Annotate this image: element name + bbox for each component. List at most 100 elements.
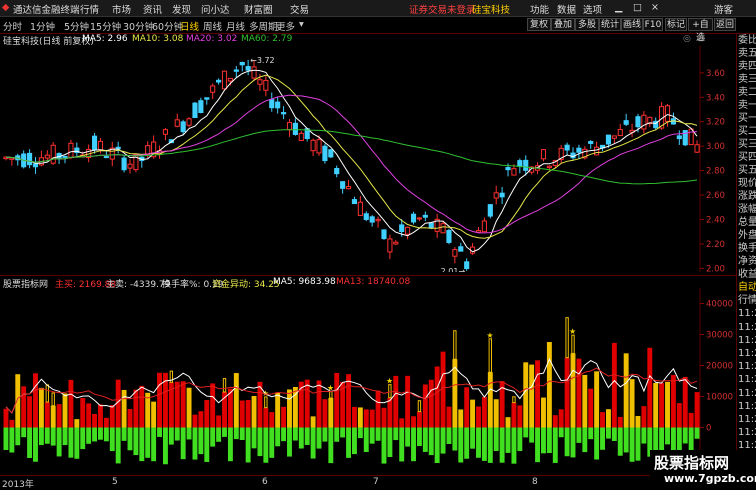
tab-5min[interactable]: 5分钟 xyxy=(64,19,89,33)
menu-shuju[interactable]: 数据 xyxy=(557,2,576,16)
candle-body xyxy=(464,261,470,270)
menu-jiaoyi[interactable]: 交易 xyxy=(290,2,309,16)
candle-body xyxy=(221,70,228,90)
star-icon: ★ xyxy=(486,331,493,340)
candle-body xyxy=(275,101,281,109)
candle-body xyxy=(440,223,446,234)
maximize-icon[interactable]: □ xyxy=(633,2,642,13)
sidebar-item: 11:2 xyxy=(738,414,756,425)
minimize-icon[interactable]: ▁ xyxy=(615,2,622,13)
sell-bar xyxy=(44,427,50,444)
tab-60min[interactable]: 60分钟 xyxy=(152,19,183,33)
diejia-button[interactable]: 叠加 xyxy=(551,18,575,31)
chart-close-icon[interactable]: ⊠ xyxy=(697,34,705,44)
sell-bar xyxy=(576,427,582,443)
sell-bar xyxy=(115,427,121,464)
menu-wenxiaoda[interactable]: 问小达 xyxy=(201,2,230,16)
high-marker: ←3.72 xyxy=(250,56,275,65)
tab-30min[interactable]: 30分钟 xyxy=(123,19,154,33)
sell-bar xyxy=(245,427,251,463)
sell-bar xyxy=(50,427,56,446)
ma20-line xyxy=(5,94,698,234)
tab-1min[interactable]: 1分钟 xyxy=(30,19,55,33)
x-label-year: 2013年 xyxy=(2,480,34,490)
candle-body xyxy=(381,229,387,240)
sell-bar xyxy=(605,427,611,439)
app-logo-icon: ◆ xyxy=(2,2,10,13)
buy-bar xyxy=(617,417,623,428)
candle-body xyxy=(517,160,523,167)
x-label-5: 5 xyxy=(112,477,118,487)
buy-bar xyxy=(316,380,322,428)
sell-bar xyxy=(641,427,647,444)
duogu-button[interactable]: 多股 xyxy=(575,18,599,31)
buy-bar xyxy=(405,375,411,428)
candlestick-chart[interactable]: 3.60 3.40 3.20 3.00 2.80 2.60 2.40 2.20 2.00 ←3.7… xyxy=(0,46,736,272)
sell-bar xyxy=(694,427,700,439)
login-notice[interactable]: 证券交易未登录 xyxy=(409,2,476,16)
sell-bar xyxy=(564,427,570,457)
x-axis: 2013年 5 6 7 8 xyxy=(0,475,736,490)
tab-fenshi[interactable]: 分时 xyxy=(3,19,22,33)
chart-settings-icon[interactable]: ◎ xyxy=(683,34,691,44)
menu-gongneng[interactable]: 功能 xyxy=(530,2,549,16)
sidebar-item: 自动 xyxy=(738,282,756,293)
sell-bar xyxy=(109,427,115,452)
sidebar-item: 11:2 xyxy=(738,427,756,439)
candle-body xyxy=(227,77,233,82)
f10-button[interactable]: F10 xyxy=(643,18,663,31)
close-icon[interactable]: × xyxy=(651,2,659,13)
guest-label[interactable]: 游客 xyxy=(714,2,733,16)
tab-zhouxian[interactable]: 周线 xyxy=(203,19,222,33)
chevron-down-icon[interactable]: ▾ xyxy=(299,19,304,30)
menu-hangqing[interactable]: 行情 xyxy=(80,2,99,16)
buy-bar xyxy=(552,415,558,428)
tab-rixian[interactable]: 日线 xyxy=(180,19,199,33)
candle-body xyxy=(269,99,275,109)
sell-bar xyxy=(292,427,298,441)
stock-name-title: 硅宝科技 xyxy=(472,5,511,16)
tab-15min[interactable]: 15分钟 xyxy=(90,19,121,33)
ind-y-tick-label: 0 xyxy=(706,424,711,434)
buy-bar xyxy=(588,388,594,428)
buy-bar xyxy=(216,415,222,428)
sidebar-item: 卖三 xyxy=(738,74,756,85)
candle-body xyxy=(405,226,411,235)
candle-body xyxy=(292,122,298,135)
spike-bar xyxy=(512,396,516,404)
sell-bar xyxy=(27,427,33,458)
tab-duozhouqi[interactable]: 多周期 xyxy=(249,19,278,33)
sidebar-item: 卖四 xyxy=(738,61,756,72)
candle-body xyxy=(475,230,482,233)
menu-faxian[interactable]: 发现 xyxy=(172,2,191,16)
sell-bar xyxy=(541,427,546,454)
tab-yuexian[interactable]: 月线 xyxy=(226,19,245,33)
menu-xuanxiang[interactable]: 选项 xyxy=(583,2,602,16)
huaxian-button[interactable]: 画线 xyxy=(621,18,643,31)
tongji-button[interactable]: 统计 xyxy=(599,18,621,31)
tab-gengduo[interactable]: 更多 xyxy=(276,19,295,33)
menu-shichang[interactable]: 市场 xyxy=(112,2,131,16)
sidebar-item: 买五 xyxy=(738,165,756,176)
buy-bar xyxy=(62,393,68,428)
sell-bar xyxy=(440,427,446,454)
sell-bar xyxy=(476,427,481,458)
candle-body xyxy=(32,163,39,168)
biaoji-button[interactable]: 标记 xyxy=(665,18,687,31)
candle-body xyxy=(257,79,263,85)
sell-bar xyxy=(523,427,529,438)
star-icon: ★ xyxy=(386,377,393,386)
menu-zixun[interactable]: 资讯 xyxy=(143,2,162,16)
sidebar-item: 涨幅 xyxy=(738,204,756,215)
buy-bar xyxy=(393,375,399,428)
sidebar-item: 净资 xyxy=(738,256,756,267)
sell-bar xyxy=(9,427,15,453)
fuquan-button[interactable]: 复权 xyxy=(527,18,551,31)
buy-bar xyxy=(139,385,145,428)
indicator-chart[interactable]: 400003000020000100000-10000★★★★★ xyxy=(0,288,736,474)
menu-caifuquan[interactable]: 财富圈 xyxy=(244,2,273,16)
buy-bar xyxy=(346,374,351,428)
ma10-line xyxy=(5,74,698,239)
fanhui-button[interactable]: 返回 xyxy=(714,18,736,31)
zixuan-button[interactable]: +自选 xyxy=(688,18,713,43)
